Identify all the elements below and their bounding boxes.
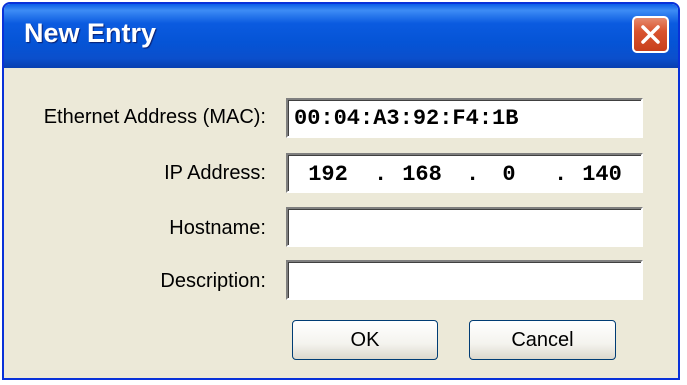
ip-separator-1: . (374, 162, 388, 187)
ip-octet-2[interactable]: 168 (392, 162, 452, 187)
new-entry-dialog: New Entry Ethernet Address (MAC): 00:04:… (2, 2, 680, 380)
ip-octet-1[interactable]: 192 (298, 162, 358, 187)
dialog-body: Ethernet Address (MAC): 00:04:A3:92:F4:1… (4, 68, 678, 378)
ip-address-field[interactable]: 192 . 168 . 0 . 140 (286, 153, 643, 193)
description-field[interactable] (286, 260, 643, 300)
description-label: Description: (160, 270, 266, 292)
mac-address-field[interactable]: 00:04:A3:92:F4:1B (286, 98, 643, 138)
close-icon (641, 25, 660, 44)
ip-address-label: IP Address: (164, 162, 266, 184)
ip-separator-3: . (554, 162, 568, 187)
cancel-button[interactable]: Cancel (469, 320, 616, 360)
close-button[interactable] (632, 16, 669, 53)
hostname-field[interactable] (286, 207, 643, 247)
ip-octet-4[interactable]: 140 (572, 162, 632, 187)
title-bar[interactable]: New Entry (4, 4, 678, 68)
ip-octet-3[interactable]: 0 (484, 162, 534, 187)
hostname-label: Hostname: (169, 217, 266, 239)
mac-label: Ethernet Address (MAC): (43, 106, 266, 128)
ok-button[interactable]: OK (292, 320, 438, 360)
dialog-title: New Entry (24, 18, 157, 48)
ip-separator-2: . (466, 162, 480, 187)
